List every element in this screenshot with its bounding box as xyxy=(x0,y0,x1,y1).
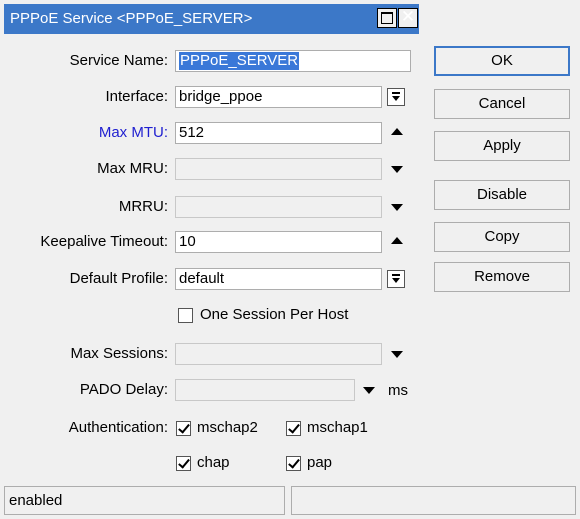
max-sessions-input[interactable] xyxy=(175,343,382,365)
copy-button[interactable]: Copy xyxy=(434,222,570,252)
close-icon: ✕ xyxy=(400,7,416,26)
remove-button[interactable]: Remove xyxy=(434,262,570,292)
service-name-input[interactable]: PPPoE_SERVER xyxy=(175,50,411,72)
auth-chap-label: chap xyxy=(197,454,230,471)
interface-label: Interface: xyxy=(105,88,168,105)
service-name-value: PPPoE_SERVER xyxy=(179,52,300,70)
auth-mschap2-checkbox[interactable] xyxy=(176,421,191,436)
max-mtu-input[interactable]: 512 xyxy=(175,122,382,144)
checkmark-icon xyxy=(288,421,300,434)
interface-select[interactable]: bridge_ppoe xyxy=(175,86,382,108)
checkmark-icon xyxy=(288,456,300,469)
pado-delay-input[interactable] xyxy=(175,379,355,401)
auth-pap-label: pap xyxy=(307,454,333,471)
apply-button[interactable]: Apply xyxy=(434,131,570,161)
auth-mschap1-checkbox[interactable] xyxy=(286,421,301,436)
one-session-per-host-label: One Session Per Host xyxy=(200,306,349,323)
chevron-down-icon xyxy=(392,96,400,101)
expand-down-arrow-icon[interactable] xyxy=(391,351,403,358)
one-session-per-host-checkbox[interactable] xyxy=(178,308,193,323)
maximize-button[interactable] xyxy=(377,8,397,28)
mrru-label: MRRU: xyxy=(118,198,168,215)
default-profile-label: Default Profile: xyxy=(69,270,168,287)
checkmark-icon xyxy=(178,421,190,434)
auth-mschap1-label: mschap1 xyxy=(307,419,368,436)
collapse-up-arrow-icon[interactable] xyxy=(391,237,403,244)
maximize-icon xyxy=(381,12,393,24)
dropdown-bar-icon xyxy=(392,274,400,276)
max-sessions-label: Max Sessions: xyxy=(70,345,168,362)
status-bar-left: enabled xyxy=(4,486,285,515)
dropdown-bar-icon xyxy=(392,92,400,94)
ok-button[interactable]: OK xyxy=(434,46,570,76)
pppoe-service-window: PPPoE Service <PPPoE_SERVER> ✕ Service N… xyxy=(0,0,580,519)
default-profile-dropdown-button[interactable] xyxy=(387,270,405,288)
interface-dropdown-button[interactable] xyxy=(387,88,405,106)
expand-down-arrow-icon[interactable] xyxy=(363,387,375,394)
collapse-up-arrow-icon[interactable] xyxy=(391,128,403,135)
max-mru-label: Max MRU: xyxy=(97,160,168,177)
title-bar[interactable]: PPPoE Service <PPPoE_SERVER> ✕ xyxy=(4,4,419,34)
keepalive-timeout-label: Keepalive Timeout: xyxy=(40,233,168,250)
authentication-label: Authentication: xyxy=(68,419,168,436)
auth-mschap2-label: mschap2 xyxy=(197,419,258,436)
expand-down-arrow-icon[interactable] xyxy=(391,204,403,211)
disable-button[interactable]: Disable xyxy=(434,180,570,210)
checkmark-icon xyxy=(178,456,190,469)
close-button[interactable]: ✕ xyxy=(398,7,418,28)
cancel-button[interactable]: Cancel xyxy=(434,89,570,119)
auth-chap-checkbox[interactable] xyxy=(176,456,191,471)
auth-pap-checkbox[interactable] xyxy=(286,456,301,471)
max-mru-input[interactable] xyxy=(175,158,382,180)
max-mtu-label: Max MTU: xyxy=(98,124,168,141)
expand-down-arrow-icon[interactable] xyxy=(391,166,403,173)
chevron-down-icon xyxy=(392,278,400,283)
default-profile-select[interactable]: default xyxy=(175,268,382,290)
status-bar-right xyxy=(291,486,576,515)
window-title: PPPoE Service <PPPoE_SERVER> xyxy=(10,10,253,27)
service-name-label: Service Name: xyxy=(69,52,168,69)
keepalive-timeout-input[interactable]: 10 xyxy=(175,231,382,253)
mrru-input[interactable] xyxy=(175,196,382,218)
pado-delay-unit: ms xyxy=(388,382,408,399)
pado-delay-label: PADO Delay: xyxy=(79,381,168,398)
